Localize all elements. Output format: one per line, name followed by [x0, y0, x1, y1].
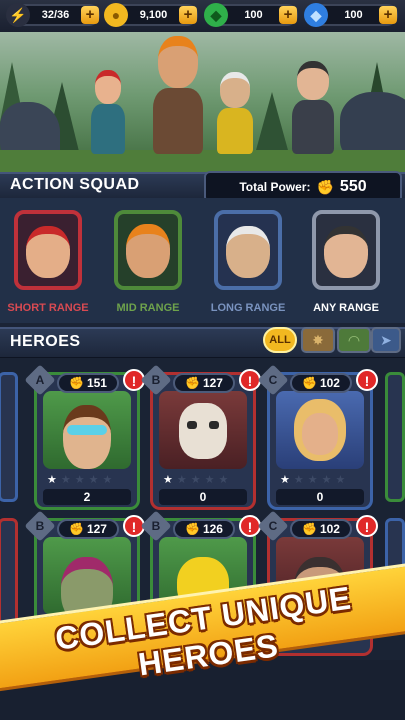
heroes-title: HEROES: [10, 333, 81, 350]
hero-power: ✊ 102: [290, 519, 352, 539]
fist-icon: ✊: [69, 376, 84, 390]
fist-icon: ✊: [316, 178, 334, 195]
fist-icon: ✊: [302, 522, 317, 536]
add-energy-button[interactable]: +: [81, 6, 99, 24]
squad-scene-illustration: [0, 32, 405, 172]
energy-counter[interactable]: ⚡ 32/36 +: [6, 3, 100, 27]
hero-card[interactable]: A ✊ 151 ! ★★★★★ 2: [24, 364, 145, 510]
rank-badge: B: [140, 364, 172, 396]
alert-icon: !: [356, 515, 378, 537]
blue-diamond-icon: ◆: [304, 3, 328, 27]
hero-portrait: [324, 226, 368, 278]
filter-all-button[interactable]: ALL: [263, 327, 297, 353]
squad-title: ACTION SQUAD: [10, 176, 140, 193]
hero-card-count: 0: [276, 489, 364, 505]
star-rating: ★★★★★: [163, 474, 233, 486]
filter-long-range-button[interactable]: ➤: [371, 327, 401, 353]
rank-badge: B: [24, 510, 56, 542]
green-gem-counter[interactable]: ◆ 100 +: [204, 3, 298, 27]
curve-icon: ◠: [347, 332, 361, 348]
green-gem-value: 100: [244, 9, 263, 21]
squad-slot-short-range[interactable]: [14, 210, 82, 290]
short-range-label: SHORT RANGE: [7, 302, 89, 314]
squad-slot-long-range[interactable]: [214, 210, 282, 290]
long-range-label: LONG RANGE: [210, 302, 286, 314]
coin-counter[interactable]: ● 9,100 +: [104, 3, 198, 27]
green-gem-icon: ◆: [204, 3, 228, 27]
fist-icon: ✊: [69, 522, 84, 536]
filter-mid-range-button[interactable]: ◠: [337, 327, 371, 353]
squad-slot-any-range[interactable]: [312, 210, 380, 290]
coin-value: 9,100: [139, 9, 168, 21]
star-rating: ★★★★★: [47, 474, 117, 486]
rank-badge: B: [140, 510, 172, 542]
hero-power: ✊ 151: [57, 373, 119, 393]
hero-portrait: [43, 391, 131, 469]
alert-icon: !: [356, 369, 378, 391]
energy-value: 32/36: [41, 9, 70, 21]
fist-icon: ✊: [185, 522, 200, 536]
rank-badge: C: [257, 510, 289, 542]
hero-power: ✊ 127: [57, 519, 119, 539]
hero-figure-long: [215, 72, 255, 154]
hero-power: ✊ 127: [173, 373, 235, 393]
add-diamonds-button[interactable]: +: [379, 6, 397, 24]
arrow-right-icon: ➤: [380, 332, 392, 348]
rank-badge: C: [257, 364, 289, 396]
hero-card-partial-right: [385, 372, 405, 502]
hero-power: ✊ 102: [290, 373, 352, 393]
hero-card[interactable]: B ✊ 127 ! ★★★★★ 0: [140, 364, 261, 510]
burst-icon: ✸: [312, 332, 324, 348]
hero-portrait: [276, 391, 364, 469]
diamond-value: 100: [344, 9, 363, 21]
filter-short-range-button[interactable]: ✸: [301, 327, 335, 353]
lightning-icon: ⚡: [6, 3, 30, 27]
hero-card-partial-left: [0, 372, 18, 502]
total-power-label: Total Power:: [239, 180, 311, 194]
fist-icon: ✊: [185, 376, 200, 390]
add-coins-button[interactable]: +: [179, 6, 197, 24]
any-range-label: ANY RANGE: [313, 302, 379, 314]
hero-figure-short: [88, 70, 128, 154]
hero-figure-mid: [150, 36, 206, 154]
hero-figure-any: [290, 61, 336, 154]
hero-power: ✊ 126: [173, 519, 235, 539]
mid-range-label: MID RANGE: [116, 302, 180, 314]
hero-card[interactable]: C ✊ 102 ! ★★★★★ 0: [257, 364, 378, 510]
hero-portrait: [26, 226, 70, 278]
diamond-counter[interactable]: ◆ 100 +: [304, 3, 398, 27]
fist-icon: ✊: [302, 376, 317, 390]
hero-portrait: [159, 391, 247, 469]
add-green-gems-button[interactable]: +: [279, 6, 297, 24]
hero-portrait: [126, 224, 170, 278]
squad-slot-mid-range[interactable]: [114, 210, 182, 290]
hero-card-count: 0: [159, 489, 247, 505]
hero-card-count: 2: [43, 489, 131, 505]
hero-portrait: [226, 226, 270, 278]
coin-icon: ●: [104, 3, 128, 27]
rank-badge: A: [24, 364, 56, 396]
star-rating: ★★★★★: [280, 474, 350, 486]
hero-card-partial-left: [0, 518, 18, 628]
total-power-value: 550: [339, 178, 367, 195]
